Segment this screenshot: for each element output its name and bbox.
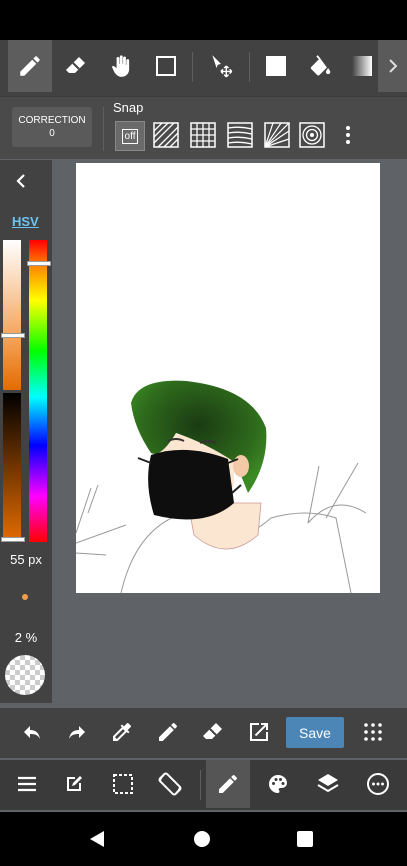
saturation-slider-thumb[interactable] xyxy=(1,333,25,338)
snap-divider xyxy=(103,107,104,151)
action-toolbar: Save xyxy=(0,708,407,758)
eraser-icon xyxy=(66,57,85,73)
eraser-shortcut-button[interactable] xyxy=(191,708,235,756)
concentric-circles-icon xyxy=(299,122,325,148)
grid-icon xyxy=(190,122,216,148)
toolbar-more-button[interactable] xyxy=(378,40,407,92)
undo-icon xyxy=(24,726,40,739)
chevron-right-icon xyxy=(388,59,397,73)
saturation-slider[interactable] xyxy=(1,240,25,390)
correction-value: 0 xyxy=(49,128,55,139)
correction-button[interactable]: CORRECTION 0 xyxy=(12,107,92,147)
brush-size-value[interactable]: 55 px xyxy=(0,552,52,567)
opacity-value[interactable]: 2 % xyxy=(0,630,52,645)
brush-size-preview xyxy=(22,594,28,600)
system-navigation-bar xyxy=(0,812,407,866)
undo-button[interactable] xyxy=(10,708,54,756)
hamburger-menu-icon xyxy=(18,776,36,792)
hsv-mode-link[interactable]: HSV xyxy=(12,214,39,229)
fill-color-button[interactable] xyxy=(254,40,298,92)
color-panel: HSV 55 px 2 % xyxy=(0,160,52,703)
back-button[interactable] xyxy=(88,829,106,854)
color-palette-button[interactable] xyxy=(256,760,300,808)
bucket-tool-button[interactable] xyxy=(298,40,342,92)
save-button[interactable]: Save xyxy=(286,717,344,748)
pen-icon xyxy=(219,774,237,793)
snap-grid-button[interactable] xyxy=(189,121,217,149)
snap-more-button[interactable] xyxy=(336,121,360,149)
toolbar-divider xyxy=(249,52,250,82)
home-button[interactable] xyxy=(193,830,211,853)
top-toolbar xyxy=(0,40,407,96)
eraser-tool-button[interactable] xyxy=(54,40,98,92)
rotate-icon xyxy=(158,772,182,796)
collapse-panel-button[interactable] xyxy=(10,170,32,192)
pen-icon xyxy=(20,56,40,76)
pen-icon xyxy=(159,722,177,741)
eyedropper-button[interactable] xyxy=(100,708,144,756)
pen-shortcut-button[interactable] xyxy=(146,708,190,756)
recents-button[interactable] xyxy=(296,830,314,853)
pen-tool-button[interactable] xyxy=(8,40,52,92)
more-options-button[interactable] xyxy=(356,760,400,808)
redo-icon xyxy=(69,726,85,739)
move-tool-button[interactable] xyxy=(200,40,244,92)
drawing-canvas[interactable] xyxy=(76,163,380,593)
external-link-icon xyxy=(250,723,268,741)
eraser-icon xyxy=(203,723,222,739)
brush-panel-button[interactable] xyxy=(206,760,250,808)
snap-off-label: off xyxy=(121,128,139,144)
chevron-left-icon xyxy=(16,174,25,188)
artwork-drawing xyxy=(76,380,367,593)
main-toolbar xyxy=(0,760,407,810)
toolbar-divider xyxy=(192,52,193,82)
layers-icon xyxy=(317,774,339,793)
menu-button[interactable] xyxy=(5,760,49,808)
back-triangle-icon xyxy=(90,831,104,847)
rectangle-select-icon xyxy=(156,56,176,76)
snap-off-button[interactable]: off xyxy=(115,121,145,151)
gradient-icon xyxy=(352,56,372,76)
hue-slider[interactable] xyxy=(27,240,51,542)
edit-square-icon xyxy=(67,776,82,791)
hue-slider-thumb[interactable] xyxy=(27,261,51,266)
snap-label: Snap xyxy=(113,100,144,115)
recents-square-icon xyxy=(297,831,313,847)
perspective-lines-icon xyxy=(227,122,253,148)
dashed-selection-icon xyxy=(113,774,133,794)
more-vertical-icon xyxy=(346,126,350,144)
hand-icon xyxy=(112,55,130,77)
bucket-icon xyxy=(310,55,331,76)
value-slider[interactable] xyxy=(1,393,25,542)
status-bar xyxy=(0,0,407,40)
rotate-canvas-button[interactable] xyxy=(148,760,192,808)
selection-button[interactable] xyxy=(101,760,145,808)
redo-button[interactable] xyxy=(55,708,99,756)
snap-perspective-button[interactable] xyxy=(226,121,254,149)
snap-parallel-button[interactable] xyxy=(152,121,180,149)
parallel-lines-icon xyxy=(153,122,179,148)
layers-button[interactable] xyxy=(306,760,350,808)
more-circle-icon xyxy=(367,773,389,795)
home-circle-icon xyxy=(194,831,210,847)
color-swatch[interactable] xyxy=(5,655,45,695)
radial-lines-icon xyxy=(264,122,290,148)
palette-icon xyxy=(269,775,287,793)
select-rect-tool-button[interactable] xyxy=(144,40,188,92)
toolbar-divider xyxy=(200,770,201,800)
correction-label: CORRECTION xyxy=(18,115,86,126)
move-icon xyxy=(212,55,233,78)
value-slider-thumb[interactable] xyxy=(1,537,25,542)
hand-tool-button[interactable] xyxy=(100,40,144,92)
snap-concentric-button[interactable] xyxy=(298,121,326,149)
share-button[interactable] xyxy=(237,708,281,756)
edit-canvas-button[interactable] xyxy=(52,760,96,808)
snap-radial-button[interactable] xyxy=(263,121,291,149)
grid-menu-button[interactable] xyxy=(351,708,395,756)
dots-grid-icon xyxy=(364,723,382,741)
gradient-tool-button[interactable] xyxy=(346,40,378,92)
eyedropper-icon xyxy=(113,723,131,741)
snap-bar: CORRECTION 0 Snap off xyxy=(0,96,407,159)
fill-color-icon xyxy=(266,56,286,76)
